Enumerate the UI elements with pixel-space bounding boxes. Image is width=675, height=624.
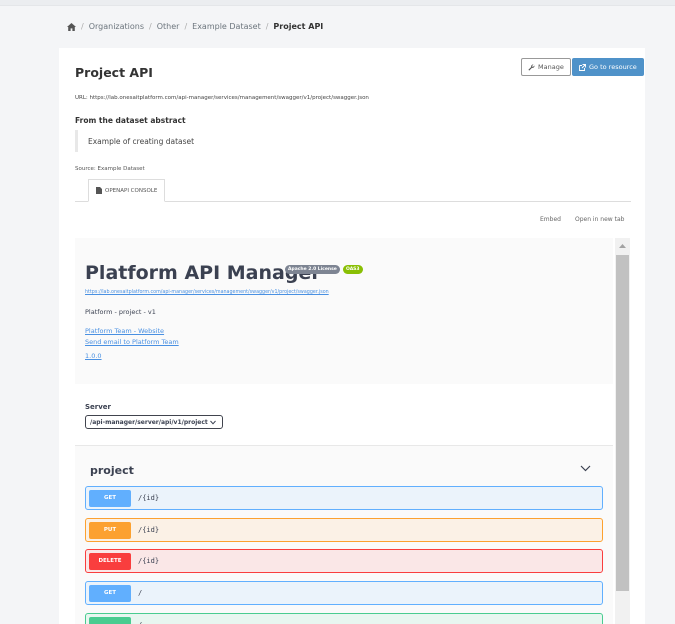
api-info-section: Platform API Manager Apache 2.0 License …	[75, 238, 613, 384]
abstract-text: Example of creating dataset	[88, 136, 195, 146]
resource-card: Project API Manage Go to resource URL: h…	[59, 48, 645, 624]
tag-section-project: project GET /{id} PUT /{id} DELETE /{id}…	[75, 446, 613, 624]
operation-path: /{id}	[138, 526, 160, 534]
operation-get-root[interactable]: GET /	[85, 581, 603, 605]
email-link[interactable]: Send email to Platform Team	[85, 338, 179, 346]
go-to-resource-label: Go to resource	[589, 63, 637, 71]
chevron-down-icon[interactable]	[580, 465, 591, 472]
home-icon[interactable]	[67, 22, 76, 31]
go-to-resource-button[interactable]: Go to resource	[572, 58, 644, 76]
oas-badge: OAS3	[343, 265, 363, 274]
scrollbar-thumb[interactable]	[616, 255, 629, 591]
operation-path: /	[138, 589, 143, 597]
method-badge: GET	[89, 584, 131, 602]
top-bar	[0, 0, 675, 6]
method-badge: PUT	[89, 521, 131, 539]
method-badge: GET	[89, 489, 131, 507]
server-select-value: /api-manager/server/api/v1/project	[90, 418, 208, 426]
server-select[interactable]: /api-manager/server/api/v1/project	[85, 415, 223, 429]
breadcrumb-separator: /	[81, 22, 84, 31]
operation-path: /{id}	[138, 557, 160, 565]
chevron-down-icon	[210, 420, 216, 425]
operation-get-id[interactable]: GET /{id}	[85, 486, 603, 510]
file-icon	[96, 187, 102, 194]
scrollbar[interactable]	[615, 238, 630, 624]
breadcrumb-separator: /	[149, 22, 152, 31]
resource-url: URL: https://lab.onesaitplatform.com/api…	[75, 95, 369, 101]
abstract-heading: From the dataset abstract	[75, 116, 186, 125]
operation-path: /{id}	[138, 494, 160, 502]
operation-post-root[interactable]: /	[85, 613, 603, 624]
breadcrumb-separator: /	[184, 22, 188, 31]
embed-link[interactable]: Embed	[540, 216, 561, 223]
openapi-console-frame: Platform API Manager Apache 2.0 License …	[75, 238, 630, 624]
manage-button-label: Manage	[538, 63, 564, 71]
license-badge: Apache 2.0 License	[285, 265, 340, 274]
breadcrumb-item-dataset[interactable]: Example Dataset	[192, 22, 261, 31]
wrench-icon	[528, 63, 535, 71]
method-badge: DELETE	[89, 552, 131, 570]
server-label: Server	[85, 403, 112, 411]
page-title: Project API	[75, 65, 153, 80]
operation-delete-id[interactable]: DELETE /{id}	[85, 549, 603, 573]
version-link[interactable]: 1.0.0	[85, 352, 102, 360]
operation-put-id[interactable]: PUT /{id}	[85, 518, 603, 542]
breadcrumb-separator: /	[265, 22, 269, 31]
tab-openapi-console[interactable]: OPENAPI CONSOLE	[88, 179, 166, 202]
manage-button[interactable]: Manage	[521, 58, 571, 76]
open-in-new-tab-link[interactable]: Open in new tab	[575, 216, 624, 223]
tab-label: OPENAPI CONSOLE	[105, 187, 158, 194]
breadcrumb-current: Project API	[273, 22, 324, 31]
website-link[interactable]: Platform Team - Website	[85, 327, 164, 335]
method-badge	[89, 616, 131, 624]
source-text: Source: Example Dataset	[75, 166, 145, 172]
breadcrumb-item-other[interactable]: Other	[157, 22, 180, 31]
abstract-quote: Example of creating dataset	[75, 130, 275, 152]
tag-name[interactable]: project	[90, 464, 134, 477]
external-link-icon	[579, 63, 586, 71]
breadcrumb-item-organizations[interactable]: Organizations	[89, 22, 144, 31]
scroll-up-arrow-icon[interactable]	[615, 240, 630, 252]
spec-url-link[interactable]: https://lab.onesaitplatform.com/api-mana…	[85, 290, 329, 295]
api-description: Platform - project - v1	[85, 308, 156, 316]
breadcrumb: / Organizations / Other / Example Datase…	[67, 22, 323, 31]
